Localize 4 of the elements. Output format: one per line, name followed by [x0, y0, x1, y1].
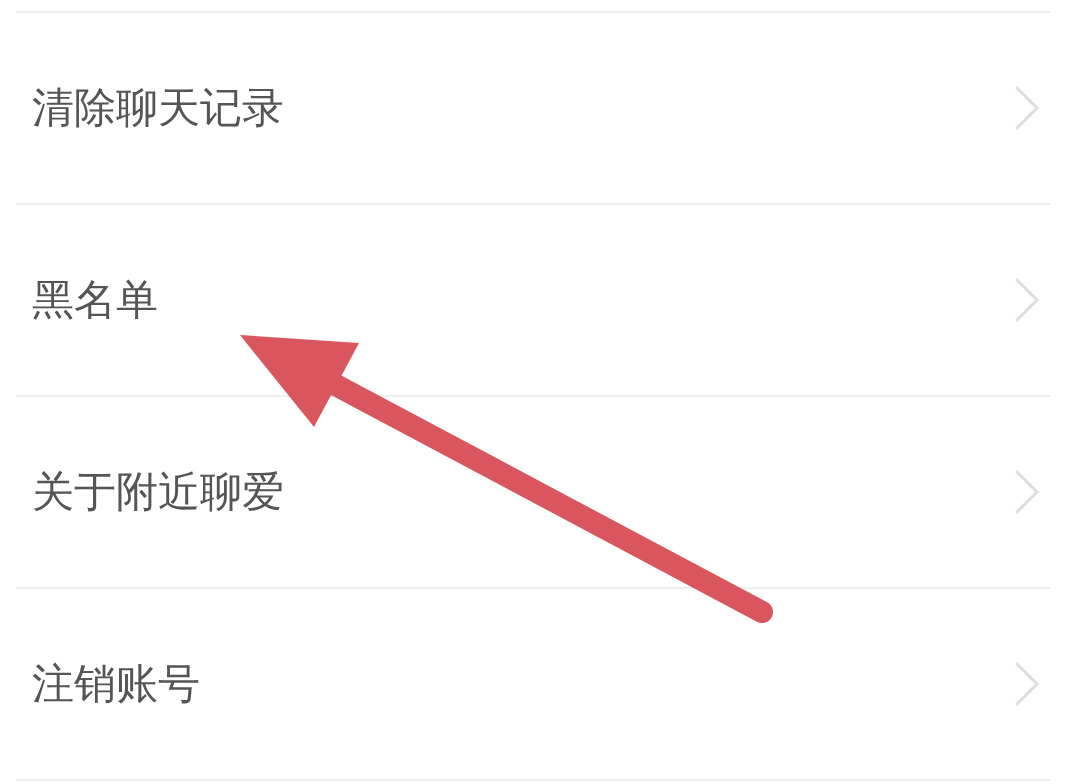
chevron-right-icon [1014, 469, 1040, 515]
chevron-right-icon [1014, 661, 1040, 707]
chevron-right-icon [1014, 277, 1040, 323]
chevron-right-icon [1014, 85, 1040, 131]
